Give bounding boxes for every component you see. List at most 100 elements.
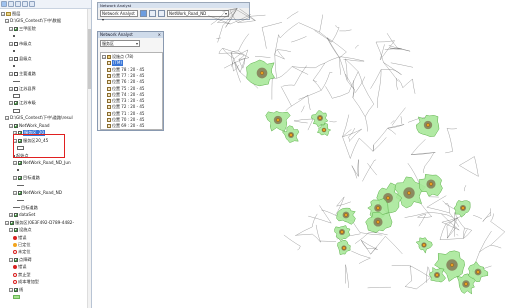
facility-point[interactable]: [289, 133, 293, 137]
toc-layer-row[interactable]: [13, 108, 20, 114]
facility-point[interactable]: [464, 282, 468, 286]
toc-layer-row[interactable]: − 市级点: [9, 41, 32, 47]
options-icon[interactable]: [29, 1, 35, 7]
toc-layer-row[interactable]: − NetWork_Road_ND: [13, 190, 62, 196]
collapse-icon[interactable]: −: [102, 55, 106, 59]
new-service-area-icon[interactable]: [140, 10, 147, 17]
visibility-checkbox[interactable]: [14, 41, 18, 46]
toc-layer-row[interactable]: − 主要道路: [9, 71, 36, 77]
toc-layer-row[interactable]: [13, 78, 20, 84]
facility-row[interactable]: 位置 75 : 20 - 45: [107, 86, 144, 92]
visibility-checkbox[interactable]: [14, 86, 18, 91]
toc-layer-row[interactable]: [13, 294, 20, 300]
toc-layer-row[interactable]: − 设施点: [9, 227, 32, 233]
collapse-icon[interactable]: −: [5, 116, 9, 121]
toc-layer-row[interactable]: − 县级点: [9, 56, 32, 62]
toc-layer-row[interactable]: − 目标道路: [13, 175, 40, 181]
toc-scrollbar[interactable]: [87, 9, 91, 308]
facility-point[interactable]: [318, 116, 322, 120]
select-move-icon[interactable]: [158, 10, 165, 17]
toc-layer-row[interactable]: − 江苏市级: [9, 100, 36, 106]
visibility-checkbox[interactable]: [18, 190, 22, 195]
facility-row[interactable]: 位置 72 : 20 - 45: [107, 104, 144, 110]
facility-point[interactable]: [340, 230, 344, 234]
facility-point[interactable]: [276, 118, 280, 122]
facility-point[interactable]: [376, 206, 380, 210]
visibility-checkbox[interactable]: [14, 287, 18, 292]
facility-point[interactable]: [322, 128, 326, 132]
collapse-icon[interactable]: −: [9, 26, 13, 31]
facility-row[interactable]: 位置 76 : 20 - 45: [107, 79, 144, 85]
toc-layer-row[interactable]: − 线: [9, 287, 23, 293]
create-location-icon[interactable]: [149, 10, 156, 17]
list-by-source-icon[interactable]: [8, 1, 14, 7]
toc-layer-row[interactable]: [13, 93, 20, 99]
toc-layer-row[interactable]: [13, 33, 15, 39]
toc-layer-row[interactable]: − NetWork_Road: [9, 123, 50, 129]
analysis-layer-select[interactable]: 服务区: [100, 40, 140, 47]
toc-layer-row[interactable]: − NetWork_Road_ND_Jun: [13, 160, 71, 166]
facility-point[interactable]: [422, 243, 426, 247]
facility-row[interactable]: 位置 71 : 20 - 45: [107, 111, 144, 117]
toc-layer-row[interactable]: 错误: [13, 264, 26, 270]
collapse-icon[interactable]: −: [9, 71, 13, 76]
visibility-checkbox[interactable]: [14, 101, 18, 106]
visibility-checkbox[interactable]: [18, 175, 22, 180]
toc-layer-row[interactable]: 禁止型: [13, 272, 31, 278]
facility-row[interactable]: 位置 69 : 20 - 45: [107, 123, 144, 129]
facility-point[interactable]: [426, 123, 430, 127]
collapse-icon[interactable]: −: [9, 123, 13, 128]
facility-point[interactable]: [429, 182, 433, 186]
network-analyst-menu[interactable]: Network Analyst ▾: [100, 10, 138, 22]
scroll-thumb[interactable]: [88, 29, 91, 89]
facility-point[interactable]: [342, 246, 346, 250]
collapse-icon[interactable]: −: [9, 101, 13, 106]
toc-layer-row[interactable]: − D:\GIS_Contest\下中\道路\resul: [5, 115, 73, 121]
collapse-icon[interactable]: −: [9, 287, 13, 292]
visibility-checkbox[interactable]: [14, 228, 18, 233]
toc-layer-row[interactable]: [17, 182, 24, 188]
visibility-checkbox[interactable]: [14, 123, 18, 128]
toc-layer-row[interactable]: 成本增加型: [13, 279, 39, 285]
facility-point[interactable]: [407, 191, 411, 195]
facility-point[interactable]: [450, 263, 454, 267]
facility-point[interactable]: [376, 220, 380, 224]
toc-layer-row[interactable]: [17, 197, 24, 203]
list-by-drawing-order-icon[interactable]: [1, 1, 7, 7]
collapse-icon[interactable]: −: [9, 86, 13, 91]
toc-layer-row[interactable]: [17, 167, 19, 173]
close-icon[interactable]: ×: [158, 32, 161, 38]
expand-icon[interactable]: +: [9, 213, 13, 218]
list-by-selection-icon[interactable]: [22, 1, 28, 7]
visibility-checkbox[interactable]: [14, 213, 18, 218]
facilities-group[interactable]: − 设施点 (78): [102, 54, 133, 60]
toc-layer-row[interactable]: 目标道路: [13, 205, 38, 211]
list-by-visibility-icon[interactable]: [15, 1, 21, 7]
facility-point[interactable]: [386, 196, 390, 200]
facility-row[interactable]: 位置 78 : 20 - 45: [107, 67, 144, 73]
toc-layer-row[interactable]: − 图层: [1, 11, 20, 17]
collapse-icon[interactable]: −: [5, 19, 9, 24]
collapse-icon[interactable]: −: [5, 220, 9, 225]
facility-point[interactable]: [476, 270, 480, 274]
collapse-icon[interactable]: −: [13, 175, 17, 180]
visibility-checkbox[interactable]: [18, 161, 22, 165]
collapse-icon[interactable]: −: [1, 12, 5, 16]
facility-point[interactable]: [260, 71, 264, 75]
visibility-checkbox[interactable]: [14, 71, 18, 76]
collapse-icon[interactable]: −: [13, 161, 17, 165]
collapse-icon[interactable]: −: [9, 41, 13, 46]
toc-layer-row[interactable]: [13, 63, 15, 69]
facility-point[interactable]: [461, 206, 465, 210]
toc-layer-row[interactable]: 已定位: [13, 242, 31, 248]
toc-layer-row[interactable]: − 三甲医院: [9, 26, 36, 32]
toc-layer-row[interactable]: − 服务区(0E3F492-D789-4482-: [5, 220, 74, 226]
toc-layer-row[interactable]: − 点障碍: [9, 257, 32, 263]
visibility-checkbox[interactable]: [14, 56, 18, 61]
collapse-icon[interactable]: −: [13, 190, 17, 195]
facility-point[interactable]: [435, 273, 439, 277]
visibility-checkbox[interactable]: [10, 220, 14, 225]
toc-layer-row[interactable]: 未定位: [13, 249, 31, 255]
toc-layer-row[interactable]: 错误: [13, 235, 26, 241]
toc-layer-row[interactable]: − 江苏县界: [9, 86, 36, 92]
